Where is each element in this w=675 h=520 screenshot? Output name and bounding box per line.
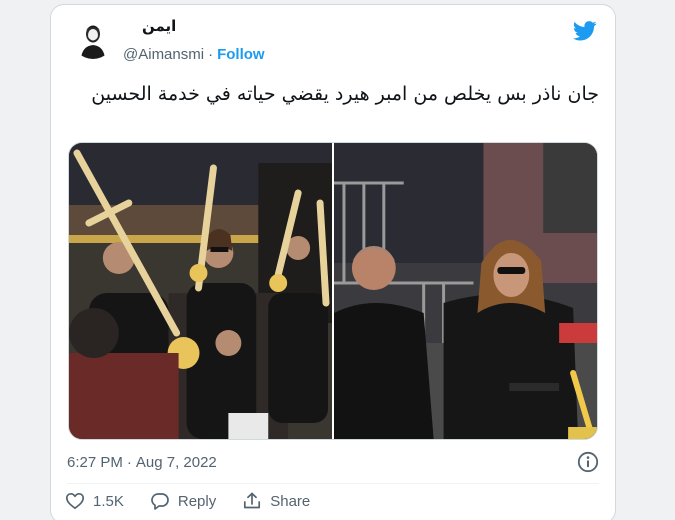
divider <box>67 483 599 484</box>
tweet-timestamp[interactable]: 6:27 PM · Aug 7, 2022 <box>67 454 217 471</box>
user-handle[interactable]: @Aimansmi <box>123 46 204 63</box>
handle-row: @Aimansmi · Follow <box>123 46 265 63</box>
photo-right[interactable] <box>334 143 597 439</box>
share-upload-icon <box>244 492 261 509</box>
tweet-time: 6:27 PM <box>67 454 123 471</box>
tweet-actions: 1.5K Reply Share <box>65 491 310 511</box>
display-name[interactable]: ايمن <box>142 17 176 35</box>
handle-separator: · <box>208 46 214 63</box>
avatar-illustration <box>72 17 114 59</box>
follow-button[interactable]: Follow <box>217 46 265 63</box>
timestamp-separator: · <box>126 454 132 471</box>
twitter-bird-icon[interactable] <box>573 21 597 41</box>
heart-icon <box>65 492 85 510</box>
media-grid[interactable] <box>68 142 598 440</box>
info-icon[interactable] <box>577 451 599 473</box>
reply-button[interactable]: Reply <box>150 491 216 511</box>
share-button[interactable]: Share <box>242 491 310 511</box>
tweet-text: جان ناذر بس يخلص من امبر هيرد يقضي حياته… <box>91 83 599 105</box>
photo-left-illustration <box>69 143 332 439</box>
tweet-card: ايمن @Aimansmi · Follow جان ناذر بس يخلص م… <box>50 4 616 520</box>
avatar[interactable] <box>72 17 114 59</box>
photo-left[interactable] <box>69 143 332 439</box>
photo-right-illustration <box>334 143 597 439</box>
reply-label: Reply <box>177 492 217 510</box>
like-count: 1.5K <box>93 492 124 510</box>
share-label: Share <box>270 492 311 510</box>
speech-bubble-icon <box>151 493 169 510</box>
like-button[interactable]: 1.5K <box>65 491 124 511</box>
tweet-date: Aug 7, 2022 <box>135 454 217 471</box>
